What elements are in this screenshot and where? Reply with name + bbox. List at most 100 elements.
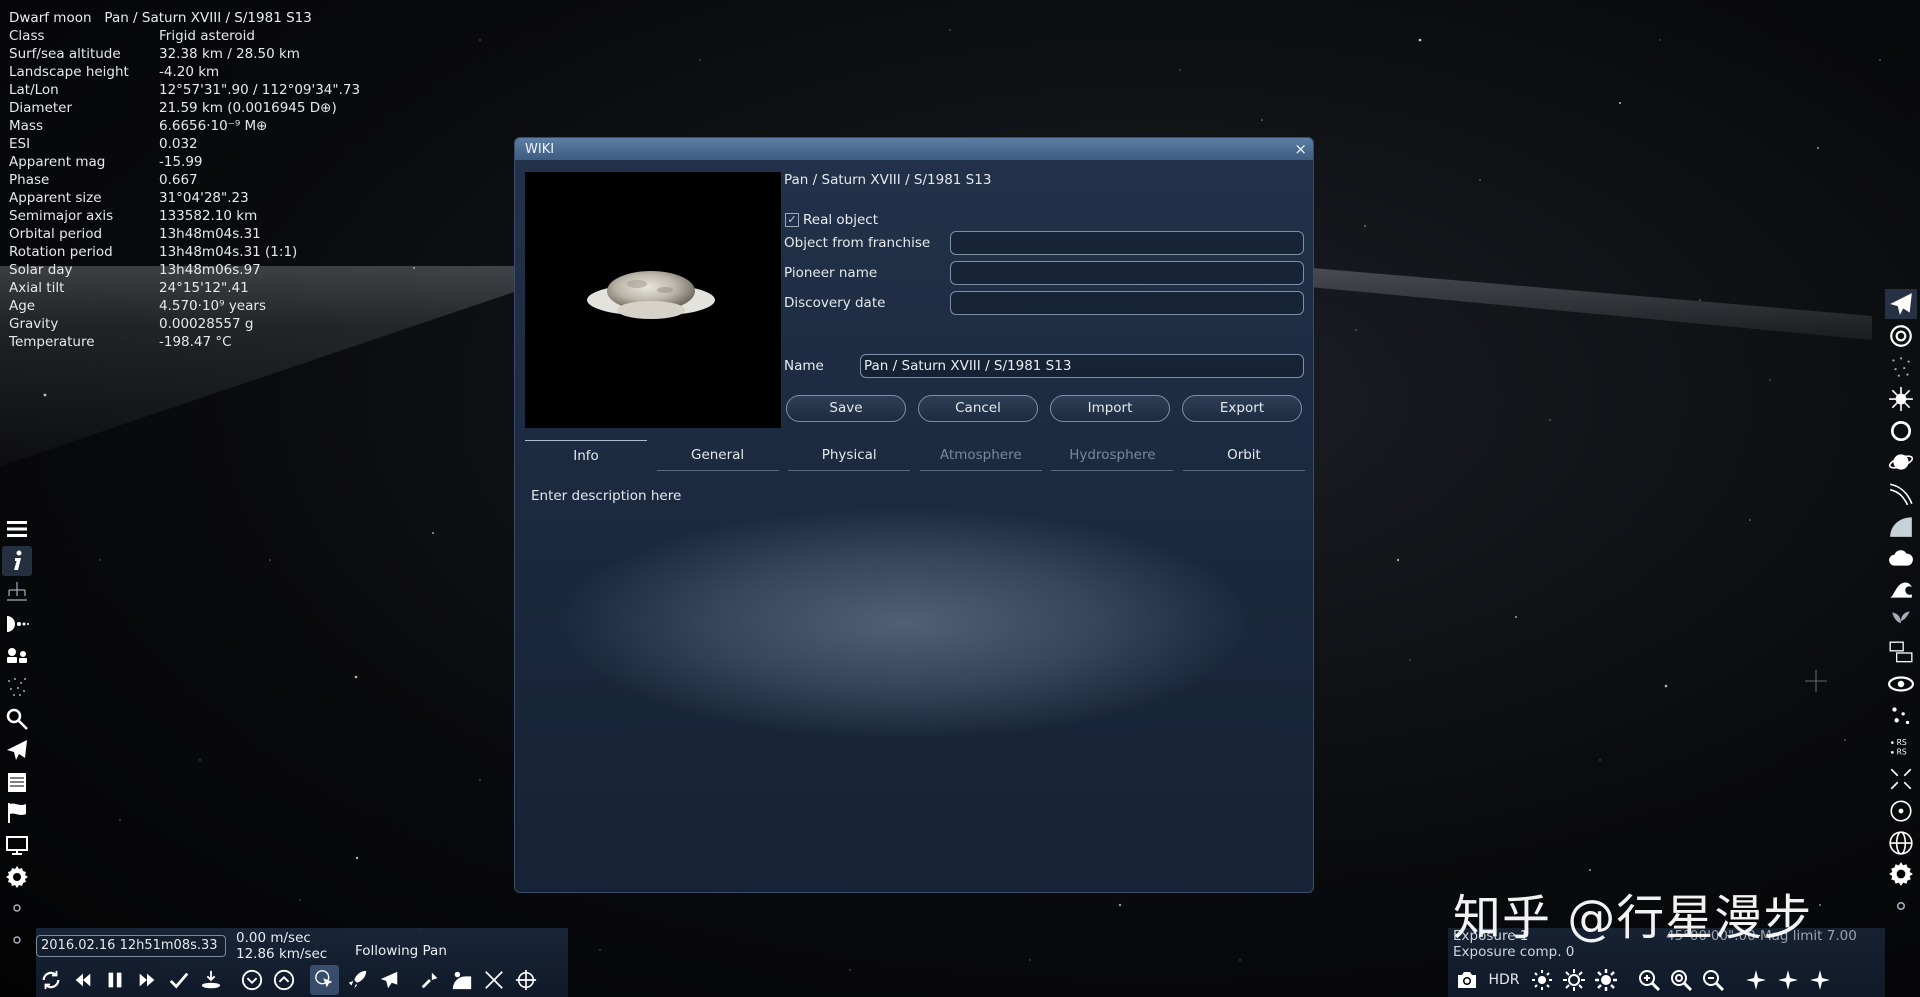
save-button[interactable]: Save [786,395,906,422]
toggle-orbits[interactable] [1885,796,1917,826]
info-button[interactable] [2,545,32,576]
info-value: 31°04'28".23 [159,190,249,206]
import-button[interactable]: Import [1050,395,1170,422]
exposure-reset-button[interactable] [1559,965,1588,995]
pause-icon [108,972,121,988]
info-label: Apparent size [9,190,102,206]
name-input[interactable]: Pan / Saturn XVIII / S/1981 S13 [860,354,1304,378]
launch-button[interactable] [342,965,371,995]
comet-icon [1889,483,1913,506]
real-object-checkbox[interactable]: ✓ Real object [785,212,878,228]
exposure-down-button[interactable] [1527,965,1556,995]
tab-orbit[interactable]: Orbit [1182,440,1305,471]
toggle-planets[interactable] [1885,416,1917,446]
info-row: Orbital period 13h48m04s.31 [9,225,360,243]
franchise-input[interactable] [950,231,1304,255]
star-brightness-up-button[interactable] [1805,965,1834,995]
info-value: 24°15'12".41 [159,280,249,296]
toggle-clouds[interactable] [1885,543,1917,573]
toggle-galaxies[interactable] [1885,321,1917,351]
hdr-button[interactable]: HDR [1484,965,1524,995]
plant-icon [1892,611,1910,632]
info-value: 12°57'31".90 / 112°09'34".73 [159,82,361,98]
fly-button[interactable] [374,965,403,995]
time-panel: 2016.02.16 12h51m08s.33 0.00 m/sec 12.86… [36,928,568,997]
follow-button[interactable] [415,965,444,995]
export-button[interactable]: Export [1182,395,1302,422]
locations-button[interactable] [2,798,32,828]
land-button[interactable] [196,965,225,995]
sun-small-icon [1531,970,1552,990]
toggle-shrink[interactable] [1885,764,1917,794]
star-browser-button[interactable] [2,672,32,702]
menu-button[interactable] [2,514,32,544]
cancel-button[interactable]: Cancel [918,395,1038,422]
star-brightness-down-button[interactable] [1741,965,1770,995]
toggle-labels[interactable] [1885,638,1917,668]
toggle-rs[interactable]: RS RS [1885,733,1917,763]
info-label: Mass [9,118,43,134]
follow-icon [421,972,437,989]
real-time-button[interactable] [164,965,193,995]
zoom-in-button[interactable] [1634,965,1663,995]
toggle-rings[interactable] [1885,447,1917,477]
track-button[interactable] [447,965,476,995]
planetary-system-button[interactable] [2,609,32,639]
close-button[interactable]: × [1294,141,1307,157]
go-down-button[interactable] [237,965,266,995]
tab-atmosphere[interactable]: Atmosphere [919,440,1042,471]
display-button[interactable] [2,830,32,860]
tab-physical[interactable]: Physical [788,440,911,471]
tab-general[interactable]: General [656,440,779,471]
points-icon [1892,707,1910,725]
settings-button[interactable] [2,862,32,892]
info-row: Axial tilt 24°15'12".41 [9,279,360,297]
info-label: Rotation period [9,244,113,260]
info-row: Surf/sea altitude 32.38 km / 28.50 km [9,45,360,63]
toggle-eye[interactable] [1885,669,1917,699]
go-up-button[interactable] [269,965,298,995]
right-settings-button[interactable] [1885,859,1917,889]
plane-icon [380,971,397,989]
toggle-ships[interactable] [1885,289,1917,319]
crosshair-button[interactable] [511,965,540,995]
select-cursor-button[interactable] [310,965,339,995]
object-info-panel: Dwarf moon Pan / Saturn XVIII / S/1981 S… [9,9,360,351]
discovery-date-input[interactable] [950,291,1304,315]
moon-pan-image [587,271,715,319]
toggle-points[interactable] [1885,701,1917,731]
toggle-grid[interactable] [1885,828,1917,858]
camera-icon [1457,972,1476,988]
journal-button[interactable] [2,767,32,797]
pause-button[interactable] [100,965,129,995]
pioneer-input[interactable] [950,261,1304,285]
exposure-up-button[interactable] [1591,965,1620,995]
star-brightness-reset-button[interactable] [1773,965,1802,995]
object-type: Dwarf moon [9,10,92,26]
checkbox-box[interactable]: ✓ [785,213,799,227]
toggle-water[interactable] [1885,574,1917,604]
date-time-field[interactable]: 2016.02.16 12h51m08s.33 [36,935,226,957]
toggle-comets[interactable] [1885,479,1917,509]
tab-info[interactable]: Info [525,440,647,471]
zoom-out-button[interactable] [1698,965,1727,995]
description-text[interactable]: Enter description here [531,488,681,504]
screenshot-button[interactable] [1452,965,1481,995]
toggle-life[interactable] [1885,606,1917,636]
structure-button[interactable] [2,577,32,607]
reset-time-button[interactable] [36,965,65,995]
toggle-nebulae[interactable] [1885,384,1917,414]
compare-button[interactable] [2,640,32,670]
wiki-titlebar[interactable]: WIKI × [515,138,1313,160]
toggle-atmospheres[interactable] [1885,511,1917,541]
center-button[interactable] [479,965,508,995]
fast-forward-button[interactable] [132,965,161,995]
toggle-stars[interactable] [1885,352,1917,382]
info-row: Apparent size 31°04'28".23 [9,189,360,207]
search-button[interactable] [2,704,32,734]
rewind-button[interactable] [68,965,97,995]
ship-button[interactable] [2,735,32,765]
zoom-reset-icon [1670,970,1692,992]
tab-hydrosphere[interactable]: Hydrosphere [1051,440,1174,471]
zoom-reset-button[interactable] [1666,965,1695,995]
